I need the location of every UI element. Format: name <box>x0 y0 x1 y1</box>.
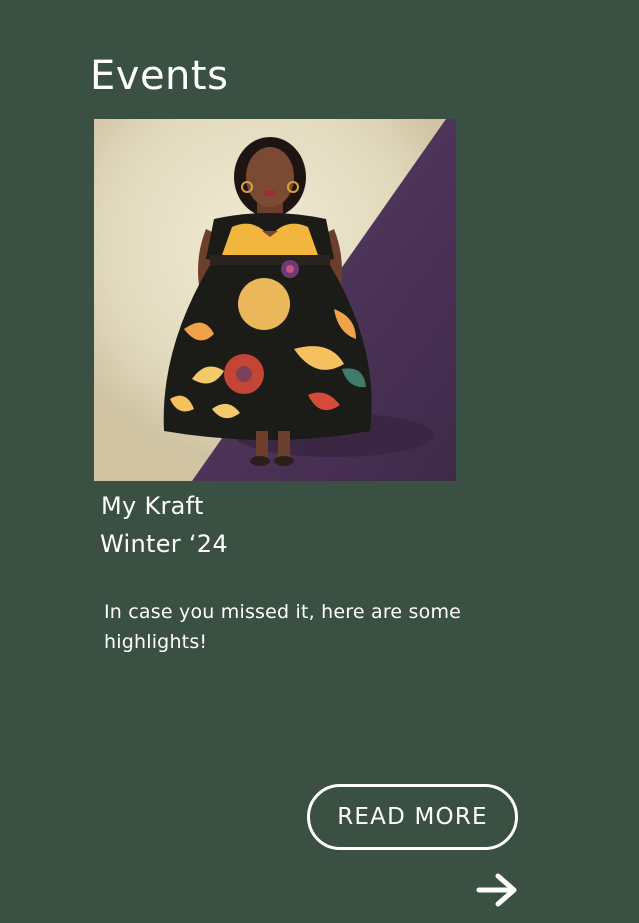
section-title: Events <box>90 53 229 99</box>
event-season: Winter ‘24 <box>100 530 228 558</box>
read-more-button[interactable]: READ MORE <box>307 784 518 850</box>
arrow-right-icon[interactable] <box>476 870 520 910</box>
event-card[interactable] <box>94 119 456 481</box>
event-description: In case you missed it, here are some hig… <box>104 601 462 653</box>
event-title: My Kraft <box>101 492 204 520</box>
event-image[interactable] <box>94 119 456 481</box>
